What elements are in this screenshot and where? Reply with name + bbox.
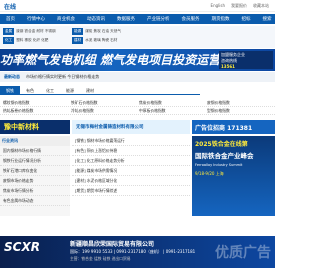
price-cell[interactable]: 中厚板价格指数 xyxy=(136,108,204,114)
nav-item-futures[interactable]: 期货指数 xyxy=(206,16,236,22)
nav-item-market[interactable]: 行情中心 xyxy=(21,16,51,22)
site-logo[interactable]: 在线 xyxy=(4,2,16,11)
list-item[interactable]: [建材] 水泥价格区域分化 xyxy=(72,176,190,186)
list-item[interactable]: [化工] 化工原料价格走势分析 xyxy=(72,156,190,166)
footer-company-name: 新疆顺昌欣荣国际贸易有限公司 xyxy=(70,241,155,248)
subnav-group[interactable]: 能源 煤炭 焦炭 石油 天然气 xyxy=(72,28,121,35)
watermark-text: 优质广告 xyxy=(215,245,271,261)
info-text[interactable]: 市场价格行情实时更新 今日钢材价格走势 xyxy=(26,74,99,80)
list-item[interactable]: [钢铁] 钢材市场价格震荡运行 xyxy=(72,136,190,146)
table-row: 螺纹钢价格指数 铁矿石价格指数 焦炭价格指数 废钢价格指数 xyxy=(0,99,275,107)
footer-brand-logo: SCXR xyxy=(4,240,40,254)
subnav-text: 废钢 铁合金 耐材 不锈钢 xyxy=(16,29,56,33)
tab-steel[interactable]: 钢铁 xyxy=(0,86,20,94)
list-item[interactable]: 铁矿石港口库存变化 xyxy=(0,166,70,176)
ad-banner-mid[interactable]: 无锡市梅村金属铸造材料有限公司 xyxy=(72,120,190,134)
info-label: 最新动态 xyxy=(4,74,20,79)
list-item[interactable]: 有色金属市场动态 xyxy=(0,196,70,206)
top-link-english[interactable]: English xyxy=(211,3,225,9)
list-item[interactable]: 钢铁行业运行情况分析 xyxy=(0,156,70,166)
event-ad[interactable]: 2025铁合金在线第 国际铁合金产业峰会 Ferroalloy Industry… xyxy=(192,136,275,216)
nav-item-member[interactable]: 会员服务 xyxy=(176,16,206,22)
price-table: 螺纹钢价格指数 铁矿石价格指数 焦炭价格指数 废钢价格指数 热轧板卷价格指数 冷… xyxy=(0,99,275,115)
price-cell[interactable]: 焦炭价格指数 xyxy=(136,100,204,106)
price-cell[interactable]: 冷轧价格指数 xyxy=(68,108,136,114)
price-cell[interactable]: 铁矿石价格指数 xyxy=(68,100,136,106)
nav-item-search[interactable]: 搜索 xyxy=(257,16,278,22)
banner-headline: 功率燃气发电机组 燃气发电项目投资运营 xyxy=(0,53,221,67)
banner-side-phone: 13561 xyxy=(221,64,235,69)
nav-item-data[interactable]: 数据服务 xyxy=(111,16,141,22)
nav-item-home[interactable]: 首页 xyxy=(0,16,21,22)
tab-energy[interactable]: 能源 xyxy=(60,86,80,94)
subnav-tag: 建材 xyxy=(72,37,84,44)
list-item[interactable]: [期货] 期货市场行情综述 xyxy=(72,186,190,196)
subnav-group[interactable]: 建材 水泥 玻璃 陶瓷 石材 xyxy=(72,37,117,44)
subnav-group[interactable]: 金属 废钢 铁合金 耐材 不锈钢 xyxy=(3,28,56,35)
list-item[interactable]: [能源] 煤炭市场供需情况 xyxy=(72,166,190,176)
ad-banner-right[interactable]: 广告位招商 171381 xyxy=(192,120,275,134)
tab-building[interactable]: 建材 xyxy=(80,86,100,94)
main-nav: 首页 行情中心 商业机会 动态资讯 数据服务 产业链分析 会员服务 期货指数 招… xyxy=(0,14,275,24)
top-bar: 在线 English 我要报价 收藏本站 xyxy=(0,0,275,12)
news-column-left: 行业资讯 国内钢材市场价格行情 钢铁行业运行情况分析 铁矿石港口库存变化 废钢市… xyxy=(0,136,70,216)
list-item[interactable]: [有色] 铜价上涨铝价持稳 xyxy=(72,146,190,156)
price-cell[interactable]: 废钢价格指数 xyxy=(204,100,272,106)
subnav-text: 塑料 橡胶 化纤 化肥 xyxy=(16,38,49,42)
category-tabs: 钢铁 有色 化工 能源 建材 xyxy=(0,86,200,95)
event-ad-line3: Ferroalloy Industry Summit xyxy=(195,163,243,167)
top-links: English 我要报价 收藏本站 xyxy=(211,3,269,9)
subnav-tag: 金属 xyxy=(3,28,15,35)
price-cell[interactable]: 螺纹钢价格指数 xyxy=(0,100,68,106)
footer-note: 主营：铁合金 锰铁 硅铁 进出口贸易 xyxy=(70,256,131,261)
list-item[interactable]: 焦炭市场行情分析 xyxy=(0,186,70,196)
top-link-favorite[interactable]: 收藏本站 xyxy=(253,3,269,9)
list-item[interactable]: 废钢市场价格走势 xyxy=(0,176,70,186)
nav-item-tender[interactable]: 招标 xyxy=(236,16,257,22)
subnav-tag: 化工 xyxy=(3,37,15,44)
footer-phone: 国际：199 9910 5533 | 0991-2317180（座机） | 09… xyxy=(70,249,196,254)
column-heading: 行业资讯 xyxy=(0,136,70,146)
top-link-quote[interactable]: 我要报价 xyxy=(231,3,247,9)
tab-nonferrous[interactable]: 有色 xyxy=(20,86,40,94)
hero-banner[interactable]: 功率燃气发电机组 燃气发电项目投资运营 加盟服务企业 咨询热线 13561 xyxy=(0,49,275,71)
subnav-tag: 能源 xyxy=(72,28,84,35)
info-bar: 最新动态 市场价格行情实时更新 今日钢材价格走势 xyxy=(0,72,275,82)
subnav-group[interactable]: 化工 塑料 橡胶 化纤 化肥 xyxy=(3,37,48,44)
nav-item-chain[interactable]: 产业链分析 xyxy=(141,16,176,22)
subnav-text: 水泥 玻璃 陶瓷 石材 xyxy=(85,38,118,42)
nav-item-business[interactable]: 商业机会 xyxy=(51,16,81,22)
price-cell[interactable]: 热轧板卷价格指数 xyxy=(0,108,68,114)
event-ad-line1: 2025铁合金在线第 xyxy=(195,141,248,148)
price-cell[interactable]: 型钢价格指数 xyxy=(204,108,272,114)
nav-item-news[interactable]: 动态资讯 xyxy=(81,16,111,22)
footer-ad[interactable]: SCXR 新疆顺昌欣荣国际贸易有限公司 国际：199 9910 5533 | 0… xyxy=(0,236,275,268)
table-row: 热轧板卷价格指数 冷轧价格指数 中厚板价格指数 型钢价格指数 xyxy=(0,107,275,115)
sub-nav: 金属 废钢 铁合金 耐材 不锈钢 能源 煤炭 焦炭 石油 天然气 化工 塑料 橡胶 化… xyxy=(0,26,275,48)
banner-side-box: 加盟服务企业 咨询热线 13561 xyxy=(219,51,273,69)
news-column-mid: [钢铁] 钢材市场价格震荡运行 [有色] 铜价上涨铝价持稳 [化工] 化工原料价… xyxy=(72,136,190,216)
tab-chemical[interactable]: 化工 xyxy=(40,86,60,94)
event-ad-line4: 9/18-9/20 上海 xyxy=(195,171,224,176)
subnav-text: 煤炭 焦炭 石油 天然气 xyxy=(85,29,121,33)
ad-banner-left[interactable]: 豫中新材料 xyxy=(0,120,70,134)
list-item[interactable]: 国内钢材市场价格行情 xyxy=(0,146,70,156)
event-ad-line2: 国际铁合金产业峰会 xyxy=(195,152,254,160)
